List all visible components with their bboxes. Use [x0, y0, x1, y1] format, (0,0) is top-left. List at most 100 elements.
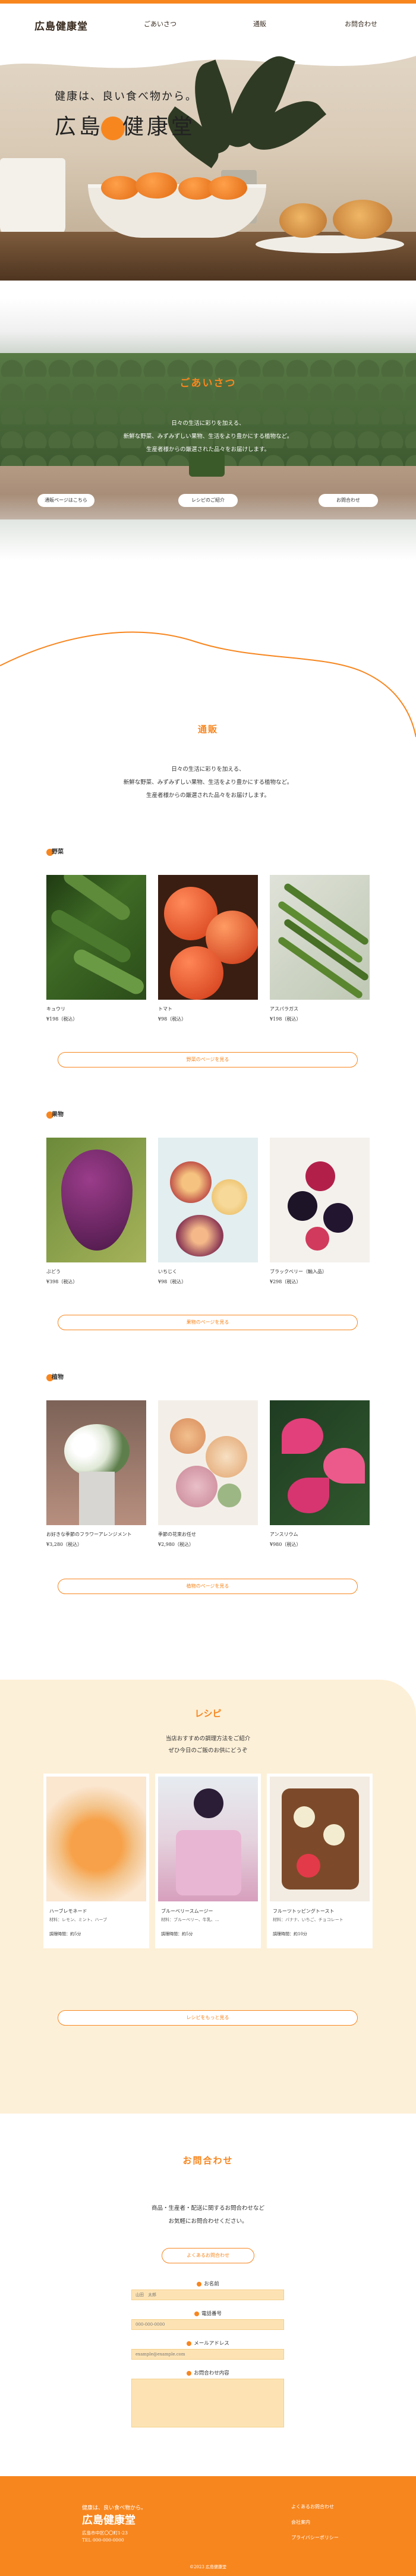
product-card[interactable]: 季節の花束お任せ ¥2,980（税込）	[158, 1400, 258, 1548]
footer-link-faq[interactable]: よくあるお問合わせ	[291, 2503, 334, 2510]
product-card[interactable]: お好きな季節のフラワーアレンジメント ¥3,280（税込）	[46, 1400, 146, 1548]
toast-image	[270, 1777, 370, 1901]
product-card[interactable]: アスパラガス ¥198（税込）	[270, 875, 370, 1022]
product-price: ¥298（税込）	[270, 1279, 301, 1284]
product-price: ¥98（税込）	[158, 1279, 187, 1284]
product-price: ¥198（税込）	[46, 1016, 78, 1022]
product-name: アスパラガス	[270, 1006, 298, 1012]
anthurium-image	[270, 1400, 370, 1525]
phone-label: 電話番号	[0, 2310, 416, 2317]
fruits-more-button[interactable]: 果物のページを見る	[58, 1315, 358, 1330]
contact-text: 商品・生産者・配送に関するお問合わせなど お気軽にお問合わせください。	[151, 2205, 264, 2225]
orange-fruit	[208, 176, 247, 200]
footer-address: 広島市中区〇〇町1-23 TEL 000-000-0000	[82, 2530, 128, 2543]
site-logo[interactable]: 広島健康堂	[34, 18, 88, 33]
name-label: お名前	[0, 2280, 416, 2287]
message-field[interactable]	[131, 2379, 284, 2427]
croissant	[333, 200, 392, 239]
orange-dot-icon	[197, 2281, 202, 2287]
product-name: 季節の花束お任せ	[158, 1532, 196, 1537]
orange-dot-icon	[194, 2311, 199, 2316]
footer-tagline: 健康は、良い食べ物から。	[82, 2505, 147, 2511]
category-title-vegetables: 野菜	[46, 846, 64, 856]
flower-bouquet-image	[158, 1400, 258, 1525]
contact-title: お問合わせ	[182, 2155, 234, 2166]
nav-greeting[interactable]: ごあいさつ	[144, 19, 177, 29]
email-field[interactable]	[131, 2349, 284, 2360]
orange-dot-icon	[101, 116, 125, 140]
name-field[interactable]	[131, 2290, 284, 2300]
hero-title: 広島 健康堂	[55, 115, 196, 140]
product-card[interactable]: ブラックベリー（輸入品） ¥298（税込）	[270, 1138, 370, 1285]
recipe-more-button[interactable]: レシピをもっと見る	[58, 2010, 358, 2026]
product-card[interactable]: トマト ¥98（税込）	[158, 875, 258, 1022]
tomato-image	[158, 875, 258, 1000]
product-name: お好きな季節のフラワーアレンジメント	[46, 1532, 132, 1537]
fig-image	[158, 1138, 258, 1262]
orange-dot-icon	[187, 2341, 192, 2346]
recipe-ingredients: 材料：ブルーベリー、牛乳、…	[161, 1917, 219, 1922]
product-price: ¥98（税込）	[158, 1016, 187, 1022]
recipe-time: 調理時間：約5分	[49, 1932, 81, 1936]
product-price: ¥198（税込）	[270, 1016, 301, 1022]
recipe-time: 調理時間：約10分	[273, 1932, 307, 1936]
hero-image: 健康は、良い食べ物から。 広島 健康堂	[0, 45, 416, 281]
recipe-ingredients: 材料：バナナ、いちご、チョコレート	[273, 1917, 343, 1922]
shop-page-button[interactable]: 通販ページはこちら	[37, 494, 94, 507]
recipe-text: 当店おすすめの調理方法をご紹介 ぜひ今日のご飯のお供にどうぞ	[165, 1736, 251, 1754]
recipe-ingredients: 材料：レモン、ミント、ハーブ	[49, 1917, 108, 1922]
plants-more-button[interactable]: 植物のページを見る	[58, 1579, 358, 1594]
flower-arrangement-image	[46, 1400, 146, 1525]
recipe-card[interactable]: フルーツトッピングトースト 材料：バナナ、いちご、チョコレート 調理時間：約10…	[267, 1774, 373, 1948]
product-name: ぶどう	[46, 1269, 61, 1274]
recipe-card[interactable]: ハーブレモネード 材料：レモン、ミント、ハーブ 調理時間：約5分	[43, 1774, 149, 1948]
recipe-name: ブルーベリースムージー	[161, 1909, 213, 1914]
recipe-name: ハーブレモネード	[49, 1909, 87, 1914]
product-name: トマト	[158, 1006, 172, 1012]
smoothie-image	[158, 1777, 258, 1901]
product-card[interactable]: アンスリウム ¥980（税込）	[270, 1400, 370, 1548]
mug-shape	[0, 158, 65, 235]
product-card[interactable]: いちじく ¥98（税込）	[158, 1138, 258, 1285]
product-name: いちじく	[158, 1269, 177, 1274]
product-card[interactable]: キュウリ ¥198（税込）	[46, 875, 146, 1022]
vegetables-more-button[interactable]: 野菜のページを見る	[58, 1052, 358, 1067]
footer-link-privacy[interactable]: プライバシーポリシー	[291, 2534, 339, 2541]
contact-button[interactable]: お問合わせ	[319, 494, 378, 507]
email-label: メールアドレス	[0, 2339, 416, 2347]
asparagus-image	[270, 875, 370, 1000]
croissant	[279, 203, 327, 238]
blackberry-image	[270, 1138, 370, 1262]
category-title-plants: 植物	[46, 1372, 64, 1381]
grapes-image	[46, 1138, 146, 1262]
orange-fruit	[101, 176, 139, 200]
site-header: 広島健康堂 ごあいさつ 通販 お問合わせ	[0, 4, 416, 45]
product-price: ¥3,280（税込）	[46, 1542, 82, 1547]
greeting-text: 日々の生活に彩りを加える、 新鮮な野菜、みずみずしい果物、生活をより豊かにする植…	[123, 420, 293, 453]
product-price: ¥2,980（税込）	[158, 1542, 194, 1547]
nav-contact[interactable]: お問合わせ	[345, 19, 377, 29]
phone-field[interactable]	[131, 2319, 284, 2330]
recipe-button[interactable]: レシピのご紹介	[178, 494, 238, 507]
product-card[interactable]: ぶどう ¥398（税込）	[46, 1138, 146, 1285]
message-label: お問合わせ内容	[0, 2369, 416, 2376]
nav-shop[interactable]: 通販	[253, 19, 266, 29]
footer-logo[interactable]: 広島健康堂	[82, 2512, 135, 2527]
hero-subtitle: 健康は、良い食べ物から。	[55, 90, 197, 103]
shop-intro-text: 日々の生活に彩りを加える、 新鮮な野菜、みずみずしい果物、生活をより豊かにする植…	[123, 766, 293, 799]
orange-dot-icon	[187, 2370, 192, 2376]
footer-link-company[interactable]: 会社案内	[291, 2519, 310, 2525]
recipe-card[interactable]: ブルーベリースムージー 材料：ブルーベリー、牛乳、… 調理時間：約5分	[155, 1774, 261, 1948]
product-name: ブラックベリー（輸入品）	[270, 1269, 327, 1274]
product-name: アンスリウム	[270, 1532, 298, 1537]
category-title-fruits: 果物	[46, 1109, 64, 1119]
lemonade-image	[46, 1777, 146, 1901]
product-name: キュウリ	[46, 1006, 65, 1012]
orange-fruit	[135, 172, 177, 199]
cucumber-image	[46, 875, 146, 1000]
footer-copyright: ©2023 広島健康堂	[189, 2565, 227, 2569]
recipe-name: フルーツトッピングトースト	[273, 1909, 335, 1914]
shop-title: 通販	[197, 724, 218, 735]
greeting-title: ごあいさつ	[179, 377, 237, 389]
faq-button[interactable]: よくあるお問合わせ	[162, 2248, 254, 2263]
